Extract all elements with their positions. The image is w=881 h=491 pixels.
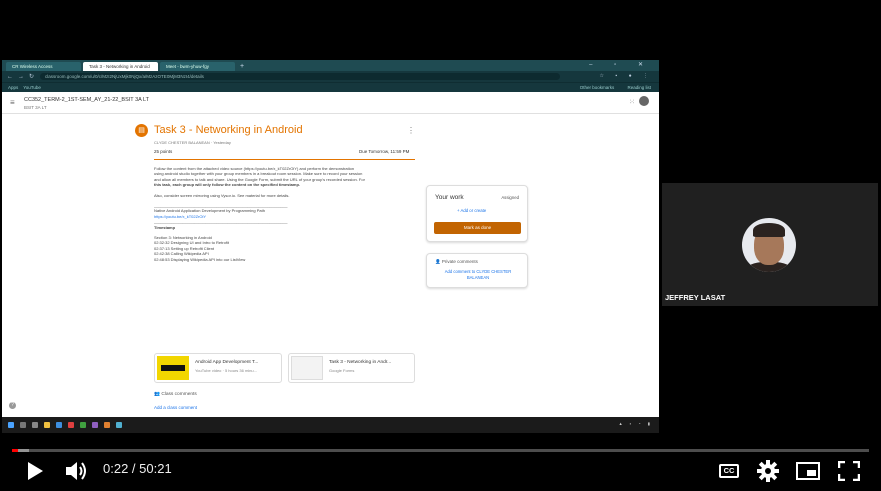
bookmark-reading-list[interactable]: Reading list [627, 85, 651, 90]
task-instructions: Follow the content from the attached vid… [154, 166, 416, 262]
captions-button[interactable]: CC [716, 458, 742, 484]
browser-tab-strip: CR Wireless Access Task 3 - Networking i… [2, 60, 659, 71]
windows-taskbar: ▲ ▪ ◔ ▮ [2, 417, 659, 433]
window-controls[interactable]: – ▫ ✕ [589, 61, 653, 68]
reload-icon[interactable]: ↻ [29, 73, 34, 80]
menu-icon[interactable]: ≡ [10, 98, 15, 107]
bookmarks-bar: Apps YouTube Other bookmarks Reading lis… [2, 82, 659, 92]
attachment-subtitle: Google Forms [329, 368, 355, 373]
video-player[interactable]: CR Wireless Access Task 3 - Networking i… [0, 0, 881, 491]
browser-tab-active[interactable]: Task 3 - Networking in Android [83, 62, 158, 71]
assignment-status: Assigned [501, 195, 519, 200]
settings-button[interactable] [755, 458, 781, 484]
gear-icon [757, 460, 779, 482]
bookmark-youtube[interactable]: YouTube [23, 85, 41, 90]
app-icon[interactable] [104, 422, 110, 428]
time-display: 0:22 / 50:21 [103, 461, 172, 476]
forms-thumbnail [291, 356, 323, 380]
extension-icons[interactable]: ☆ ▪ ● ⋮ [600, 73, 653, 79]
webcam-panel: JEFFREY LASAT [662, 183, 878, 306]
new-tab-icon[interactable]: + [240, 62, 244, 71]
app-icon[interactable] [92, 422, 98, 428]
app-icon[interactable] [68, 422, 74, 428]
attachment-form[interactable]: Task 3 - Networking in Andr... Google Fo… [288, 353, 415, 383]
captions-icon: CC [719, 464, 739, 478]
fullscreen-icon [838, 461, 860, 481]
play-icon [28, 462, 43, 480]
edge-icon[interactable] [56, 422, 62, 428]
your-work-title: Your work [435, 194, 464, 201]
back-icon[interactable]: ← [7, 74, 13, 80]
youtube-thumbnail [157, 356, 189, 380]
play-button[interactable] [22, 458, 48, 484]
course-title[interactable]: CC352_TERM-2_1ST-SEM_AY_21-22_BSIT 3A LT [24, 97, 149, 103]
attachment-subtitle: YouTube video · 5 hours 36 minu... [195, 368, 257, 373]
task-title: Task 3 - Networking in Android [154, 124, 303, 136]
people-icon: 👥 [154, 392, 160, 397]
divider [154, 159, 415, 160]
bookmark-apps[interactable]: Apps [8, 85, 18, 90]
forward-icon[interactable]: → [18, 74, 24, 80]
search-icon[interactable] [20, 422, 26, 428]
miniplayer-icon [796, 462, 820, 480]
person-icon: 👤 [435, 259, 441, 264]
private-comments-title: 👤 Private comments [435, 259, 478, 264]
task-due-date: Due Tomorrow, 11:59 PM [359, 149, 410, 154]
your-work-card: Your work Assigned + Add or create Mark … [426, 185, 528, 242]
attachment-title: Android App Development T... [195, 360, 259, 365]
account-avatar[interactable] [639, 96, 649, 106]
file-explorer-icon[interactable] [44, 422, 50, 428]
volume-icon [66, 462, 86, 480]
more-options-icon[interactable]: ⋮ [407, 126, 415, 135]
bookmark-other[interactable]: Other bookmarks [580, 85, 615, 90]
volume-button[interactable] [63, 458, 89, 484]
assignment-icon: ▤ [135, 124, 148, 137]
participant-avatar [742, 218, 796, 272]
chrome-icon[interactable] [116, 422, 122, 428]
miniplayer-button[interactable] [795, 458, 821, 484]
task-view-icon[interactable] [32, 422, 38, 428]
shared-screen[interactable]: CR Wireless Access Task 3 - Networking i… [2, 60, 659, 433]
help-icon[interactable]: ? [9, 402, 16, 409]
browser-tab[interactable]: CR Wireless Access [6, 62, 81, 71]
attachment-youtube[interactable]: Android App Development T... YouTube vid… [154, 353, 282, 383]
timestamp-line: 02:48:53 Displaying Wikipedia API into o… [154, 256, 246, 262]
course-section: BSIT 3A LT [24, 105, 47, 110]
add-or-create-button[interactable]: + Add or create [457, 208, 486, 213]
classroom-header: ≡ CC352_TERM-2_1ST-SEM_AY_21-22_BSIT 3A … [2, 92, 659, 114]
progress-bar[interactable] [12, 449, 869, 452]
start-icon[interactable] [8, 422, 14, 428]
task-points: 25 points [154, 149, 173, 154]
add-private-comment-link[interactable]: Add comment to CLYDE CHESTER BALANEAN [435, 269, 521, 281]
progress-played [12, 449, 19, 452]
task-author: CLYDE CHESTER BALANEAN · Yesterday [154, 140, 231, 145]
mark-as-done-button[interactable]: Mark as done [434, 222, 521, 234]
address-bar-row: ← → ↻ classroom.google.com/u/0/c/MzI2NjU… [2, 71, 659, 82]
class-comments-label: 👥 Class comments [154, 392, 197, 397]
add-class-comment-link[interactable]: Add a class comment [154, 405, 197, 410]
attachment-title: Task 3 - Networking in Andr... [329, 360, 392, 365]
system-tray[interactable]: ▲ ▪ ◔ ▮ [619, 421, 653, 426]
fullscreen-button[interactable] [836, 458, 862, 484]
apps-grid-icon[interactable]: ⁙ [629, 98, 635, 106]
private-comments-card: 👤 Private comments Add comment to CLYDE … [426, 253, 528, 288]
browser-tab[interactable]: Meet - bwm-yhuw-fgy [160, 62, 235, 71]
participant-name: JEFFREY LASAT [665, 293, 726, 302]
app-icon[interactable] [80, 422, 86, 428]
url-field[interactable]: classroom.google.com/u/0/c/MzI2NjUxMjk0N… [40, 73, 561, 80]
